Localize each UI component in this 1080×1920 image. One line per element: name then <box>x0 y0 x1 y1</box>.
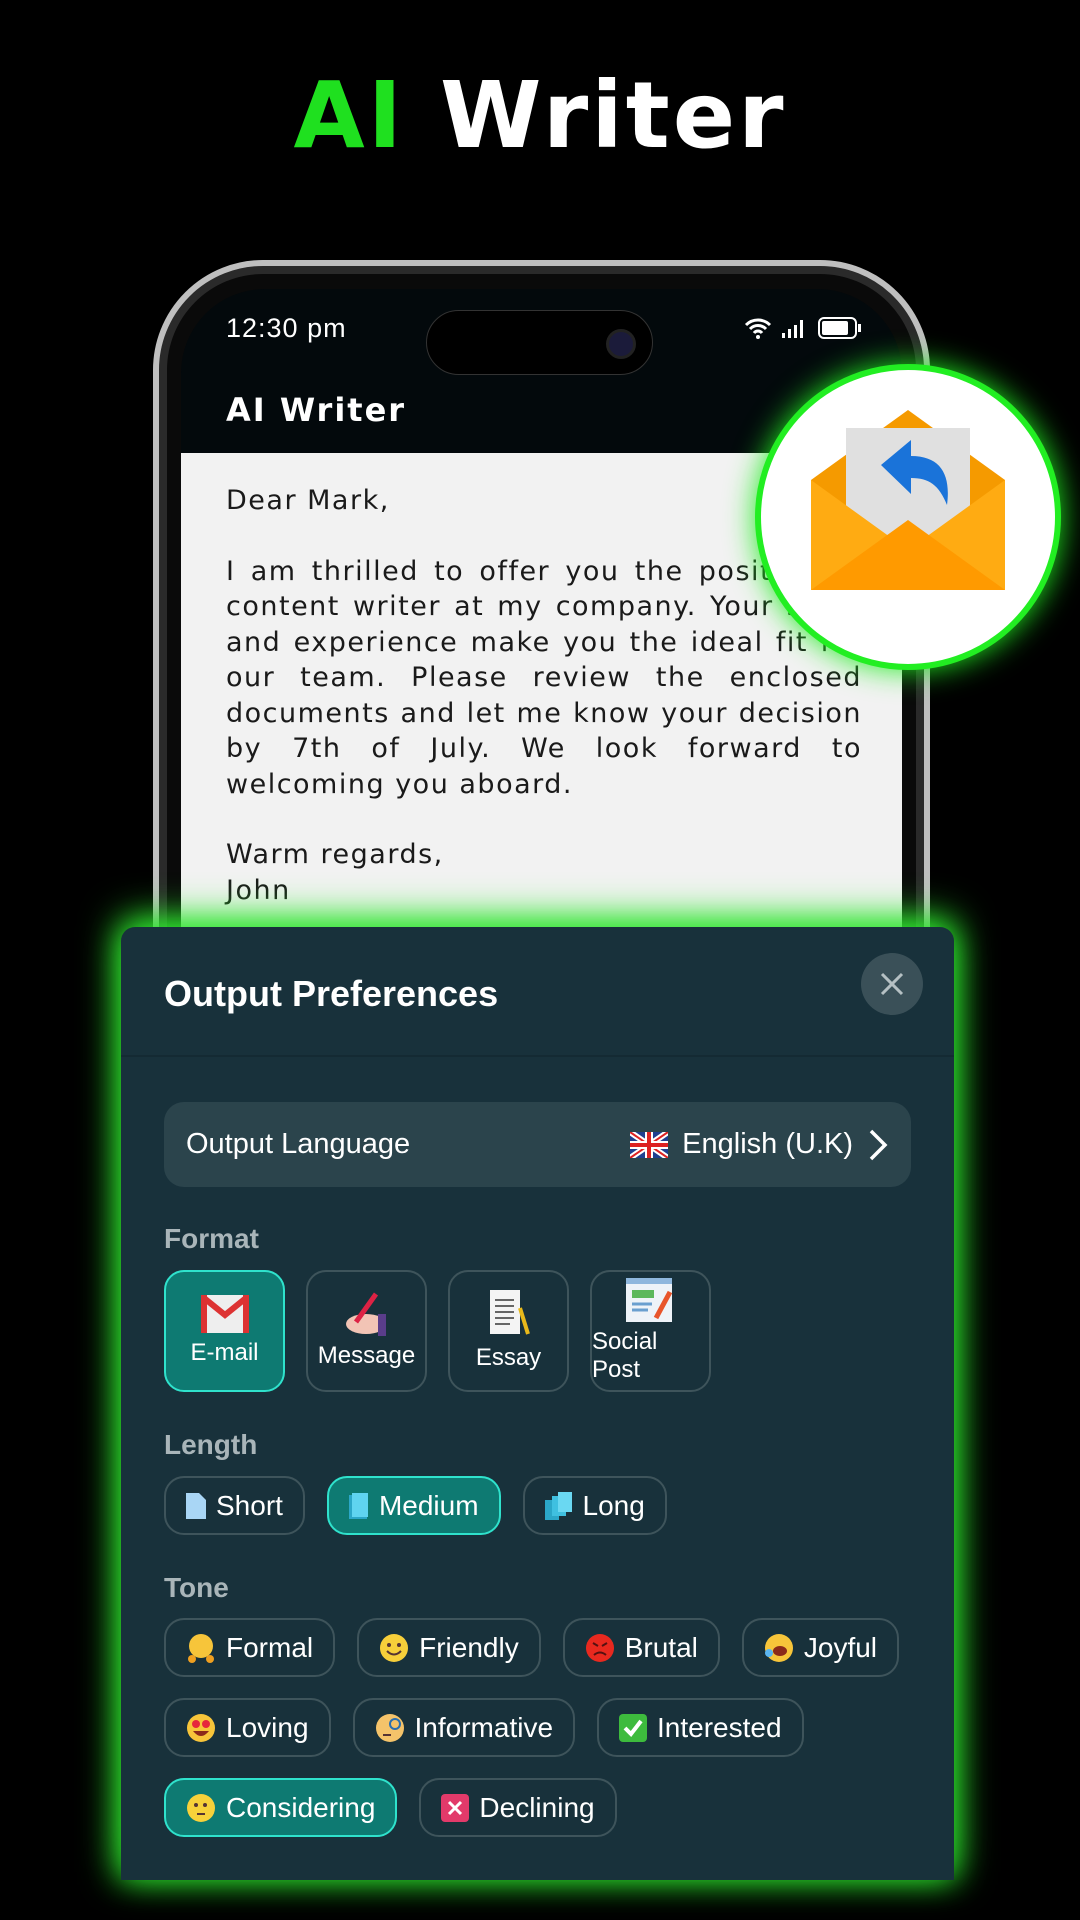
app-title: AI Writer <box>226 391 407 429</box>
tone-options: Formal Friendly Brutal Joyful Loving Inf… <box>164 1618 924 1837</box>
output-language-label: Output Language <box>186 1128 411 1160</box>
length-options: Short Medium Long <box>164 1476 924 1535</box>
gmail-icon <box>200 1295 249 1333</box>
social-post-icon <box>625 1278 672 1322</box>
tone-considering[interactable]: Considering <box>164 1778 398 1837</box>
output-preferences-sheet: Output Preferences Output Language Engli… <box>121 927 954 1880</box>
tone-formal[interactable]: Formal <box>164 1618 336 1677</box>
email-reply-icon <box>811 410 1005 590</box>
document-icon <box>489 1290 530 1335</box>
tone-friendly[interactable]: Friendly <box>357 1618 541 1677</box>
output-language-value: English (U.K) <box>682 1128 853 1160</box>
hero-title: AI Writer <box>293 62 787 169</box>
letter-closing: Warm regards, <box>226 839 444 870</box>
heart-eyes-icon <box>187 1713 215 1742</box>
format-options: E-mail Message Essay Social Post <box>164 1270 711 1392</box>
format-label: Format <box>164 1223 259 1254</box>
divider <box>121 1055 954 1057</box>
tone-interested[interactable]: Interested <box>597 1698 804 1757</box>
laughing-face-icon <box>764 1633 793 1662</box>
close-icon <box>880 972 904 996</box>
sheet-title: Output Preferences <box>164 973 499 1014</box>
length-long[interactable]: Long <box>522 1476 667 1535</box>
stacked-pages-icon <box>544 1491 572 1520</box>
tone-label: Tone <box>164 1572 229 1603</box>
tone-brutal[interactable]: Brutal <box>562 1618 720 1677</box>
writing-hand-icon <box>345 1292 386 1336</box>
format-essay[interactable]: Essay <box>448 1270 569 1392</box>
close-button[interactable] <box>861 953 923 1015</box>
check-mark-icon <box>619 1713 648 1742</box>
length-label: Length <box>164 1429 258 1460</box>
tone-informative[interactable]: Informative <box>352 1698 576 1757</box>
output-language-row[interactable]: Output Language English (U.K) <box>164 1102 911 1187</box>
wifi-icon <box>744 318 772 339</box>
battery-icon <box>818 317 861 339</box>
monocle-face-icon <box>375 1713 404 1742</box>
thinking-face-icon <box>187 1793 215 1822</box>
length-short[interactable]: Short <box>164 1476 305 1535</box>
camera-icon <box>606 329 636 359</box>
status-time: 12:30 pm <box>226 313 347 343</box>
dynamic-island <box>426 310 653 375</box>
hugging-face-icon <box>188 1633 214 1663</box>
chevron-right-icon <box>869 1129 888 1160</box>
letter-signature: John <box>226 874 291 906</box>
page-icon <box>186 1492 206 1519</box>
status-icons <box>744 317 862 339</box>
pages-icon <box>348 1492 368 1519</box>
cross-mark-icon <box>441 1793 470 1822</box>
length-medium[interactable]: Medium <box>326 1476 501 1535</box>
format-social-post[interactable]: Social Post <box>590 1270 711 1392</box>
tone-declining[interactable]: Declining <box>419 1778 617 1837</box>
format-message[interactable]: Message <box>306 1270 427 1392</box>
angry-face-icon <box>585 1633 614 1662</box>
tone-loving[interactable]: Loving <box>164 1698 331 1757</box>
smiley-icon <box>380 1633 409 1662</box>
tone-joyful[interactable]: Joyful <box>741 1618 900 1677</box>
format-email[interactable]: E-mail <box>164 1270 285 1392</box>
uk-flag-icon <box>630 1131 669 1158</box>
email-reply-badge <box>755 364 1061 670</box>
signal-icon <box>782 320 803 338</box>
